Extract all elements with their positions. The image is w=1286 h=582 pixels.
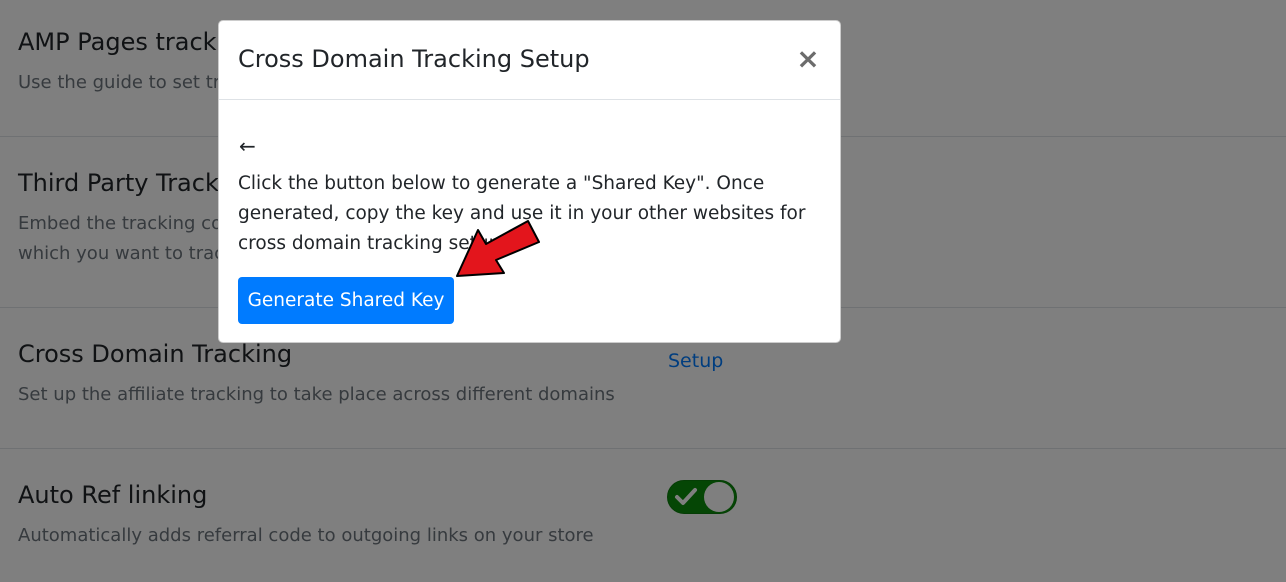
back-arrow-icon[interactable]: ← [239, 134, 256, 158]
modal-header: Cross Domain Tracking Setup × [219, 21, 840, 100]
cross-domain-setup-modal: Cross Domain Tracking Setup × ← Click th… [218, 20, 841, 343]
close-button[interactable]: × [796, 45, 820, 73]
generate-shared-key-button[interactable]: Generate Shared Key [238, 277, 454, 324]
modal-title: Cross Domain Tracking Setup [238, 45, 590, 73]
red-arrow-icon [456, 220, 540, 277]
